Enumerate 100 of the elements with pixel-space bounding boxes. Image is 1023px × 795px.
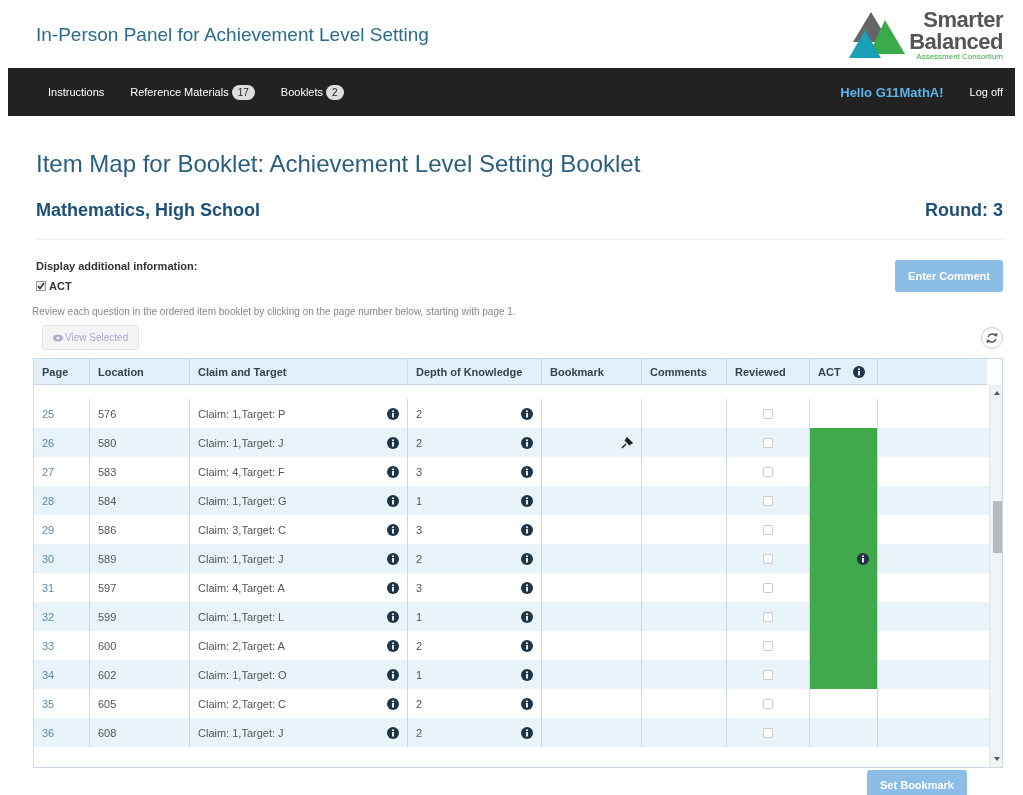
logo-text: Smarter <box>923 9 1003 31</box>
count-badge: 2 <box>326 84 344 100</box>
logoff-link[interactable]: Log off <box>969 86 1003 98</box>
count-badge: 17 <box>231 84 255 100</box>
table-cell: 1 <box>416 668 423 681</box>
page-link[interactable]: 27 <box>42 465 55 478</box>
table-cell: Claim: 2,Target: C <box>198 697 287 710</box>
page-title: Item Map for Booklet: Achievement Level Setting Booklet <box>36 150 642 178</box>
column-header: Claim and Target <box>189 359 407 384</box>
table-cell: Claim: 1,Target: J <box>198 726 284 739</box>
page-link[interactable]: 32 <box>42 610 55 623</box>
greeting: Hello G11MathA! <box>840 84 944 100</box>
page-link[interactable]: 29 <box>42 523 55 536</box>
info-icon <box>387 465 399 478</box>
column-header: Reviewed <box>726 359 809 384</box>
column-header: Comments <box>641 359 726 384</box>
info-icon <box>387 552 399 565</box>
page-link[interactable]: 28 <box>42 494 55 507</box>
page-link[interactable]: 26 <box>42 436 55 449</box>
table-cell: Claim: 1,Target: J <box>198 552 284 565</box>
logo-tagline: Assessment Consortium <box>916 53 1003 61</box>
info-icon <box>521 436 533 449</box>
nav-link[interactable]: Booklets 2 <box>280 84 344 100</box>
nav-link[interactable]: Instructions <box>48 84 105 100</box>
info-icon <box>857 552 869 565</box>
table-cell: Claim: 1,Target: P <box>198 407 286 420</box>
table-cell: 2 <box>416 639 423 652</box>
set-bookmark-button[interactable]: Set Bookmark <box>867 770 967 795</box>
table-cell: Claim: 1,Target: L <box>198 610 285 623</box>
table-cell: 2 <box>416 407 423 420</box>
table-cell: 599 <box>89 602 189 631</box>
table-cell: 2 <box>416 697 423 710</box>
column-header: ACT <box>809 359 877 384</box>
table-cell: 580 <box>89 428 189 457</box>
info-icon <box>387 436 399 449</box>
info-icon <box>521 668 533 681</box>
page-link[interactable]: 34 <box>42 668 55 681</box>
info-icon <box>852 365 865 378</box>
info-icon <box>521 697 533 710</box>
table-cell: 2 <box>416 552 423 565</box>
round-label: Round: 3 <box>925 200 1003 221</box>
column-header: Location <box>89 359 189 384</box>
info-icon <box>387 726 399 739</box>
info-icon <box>387 639 399 652</box>
info-icon <box>521 465 533 478</box>
page-link[interactable]: 36 <box>42 726 55 739</box>
table-cell: 608 <box>89 718 189 747</box>
table-cell: 1 <box>416 610 423 623</box>
logo-text: Balanced <box>909 31 1003 53</box>
table-cell: Claim: 4,Target: F <box>198 465 285 478</box>
info-icon <box>387 668 399 681</box>
info-icon <box>387 610 399 623</box>
info-icon <box>521 610 533 623</box>
table-cell: 584 <box>89 486 189 515</box>
table-cell: 2 <box>416 436 423 449</box>
info-icon <box>387 494 399 507</box>
page-link[interactable]: 25 <box>42 407 55 420</box>
page-link[interactable]: 35 <box>42 697 55 710</box>
page-link[interactable]: 33 <box>42 639 55 652</box>
instructions-text: Review each question in the ordered item booklet by clicking on the page number below, starting with page 1. <box>32 306 517 317</box>
enter-comment-button[interactable]: Enter Comment <box>895 260 1003 292</box>
options-label: Display additional information: <box>36 260 198 272</box>
table-cell: 3 <box>416 581 423 594</box>
eye-icon <box>53 333 63 342</box>
checkbox[interactable] <box>36 281 46 291</box>
info-icon <box>521 581 533 594</box>
column-header: Depth of Knowledge <box>407 359 541 384</box>
checkbox-label: ACT <box>49 280 72 292</box>
table-cell: 3 <box>416 465 423 478</box>
info-icon <box>521 639 533 652</box>
info-icon <box>521 552 533 565</box>
table-cell: Claim: 2,Target: A <box>198 639 285 652</box>
info-icon <box>387 581 399 594</box>
table-cell: 1 <box>416 494 423 507</box>
info-icon <box>521 407 533 420</box>
info-icon <box>387 523 399 536</box>
info-icon <box>387 697 399 710</box>
table-cell: Claim: 1,Target: J <box>198 436 284 449</box>
info-icon <box>521 523 533 536</box>
page-link[interactable]: 31 <box>42 581 55 594</box>
column-header: Page <box>41 364 70 380</box>
page-link[interactable]: 30 <box>42 552 55 565</box>
nav-link[interactable]: Reference Materials 17 <box>130 84 255 100</box>
info-icon <box>387 407 399 420</box>
subject-heading: Mathematics, High School <box>36 200 261 221</box>
table-cell: Claim: 1,Target: O <box>198 668 287 681</box>
table-cell: 2 <box>416 726 423 739</box>
column-header: Bookmark <box>541 359 641 384</box>
app-title: In-Person Panel for Achievement Level Setting <box>36 24 429 46</box>
refresh-icon <box>986 331 998 344</box>
table-cell: 589 <box>89 544 189 573</box>
scrollbar[interactable] <box>989 385 1002 767</box>
refresh-button[interactable] <box>981 326 1003 349</box>
table-cell: 3 <box>416 523 423 536</box>
info-icon <box>521 726 533 739</box>
table-cell: Claim: 4,Target: A <box>198 581 285 594</box>
view-selected-button[interactable]: View Selected <box>42 325 140 350</box>
info-icon <box>521 494 533 507</box>
table-cell: 602 <box>89 660 189 689</box>
logo-icon <box>849 10 908 60</box>
